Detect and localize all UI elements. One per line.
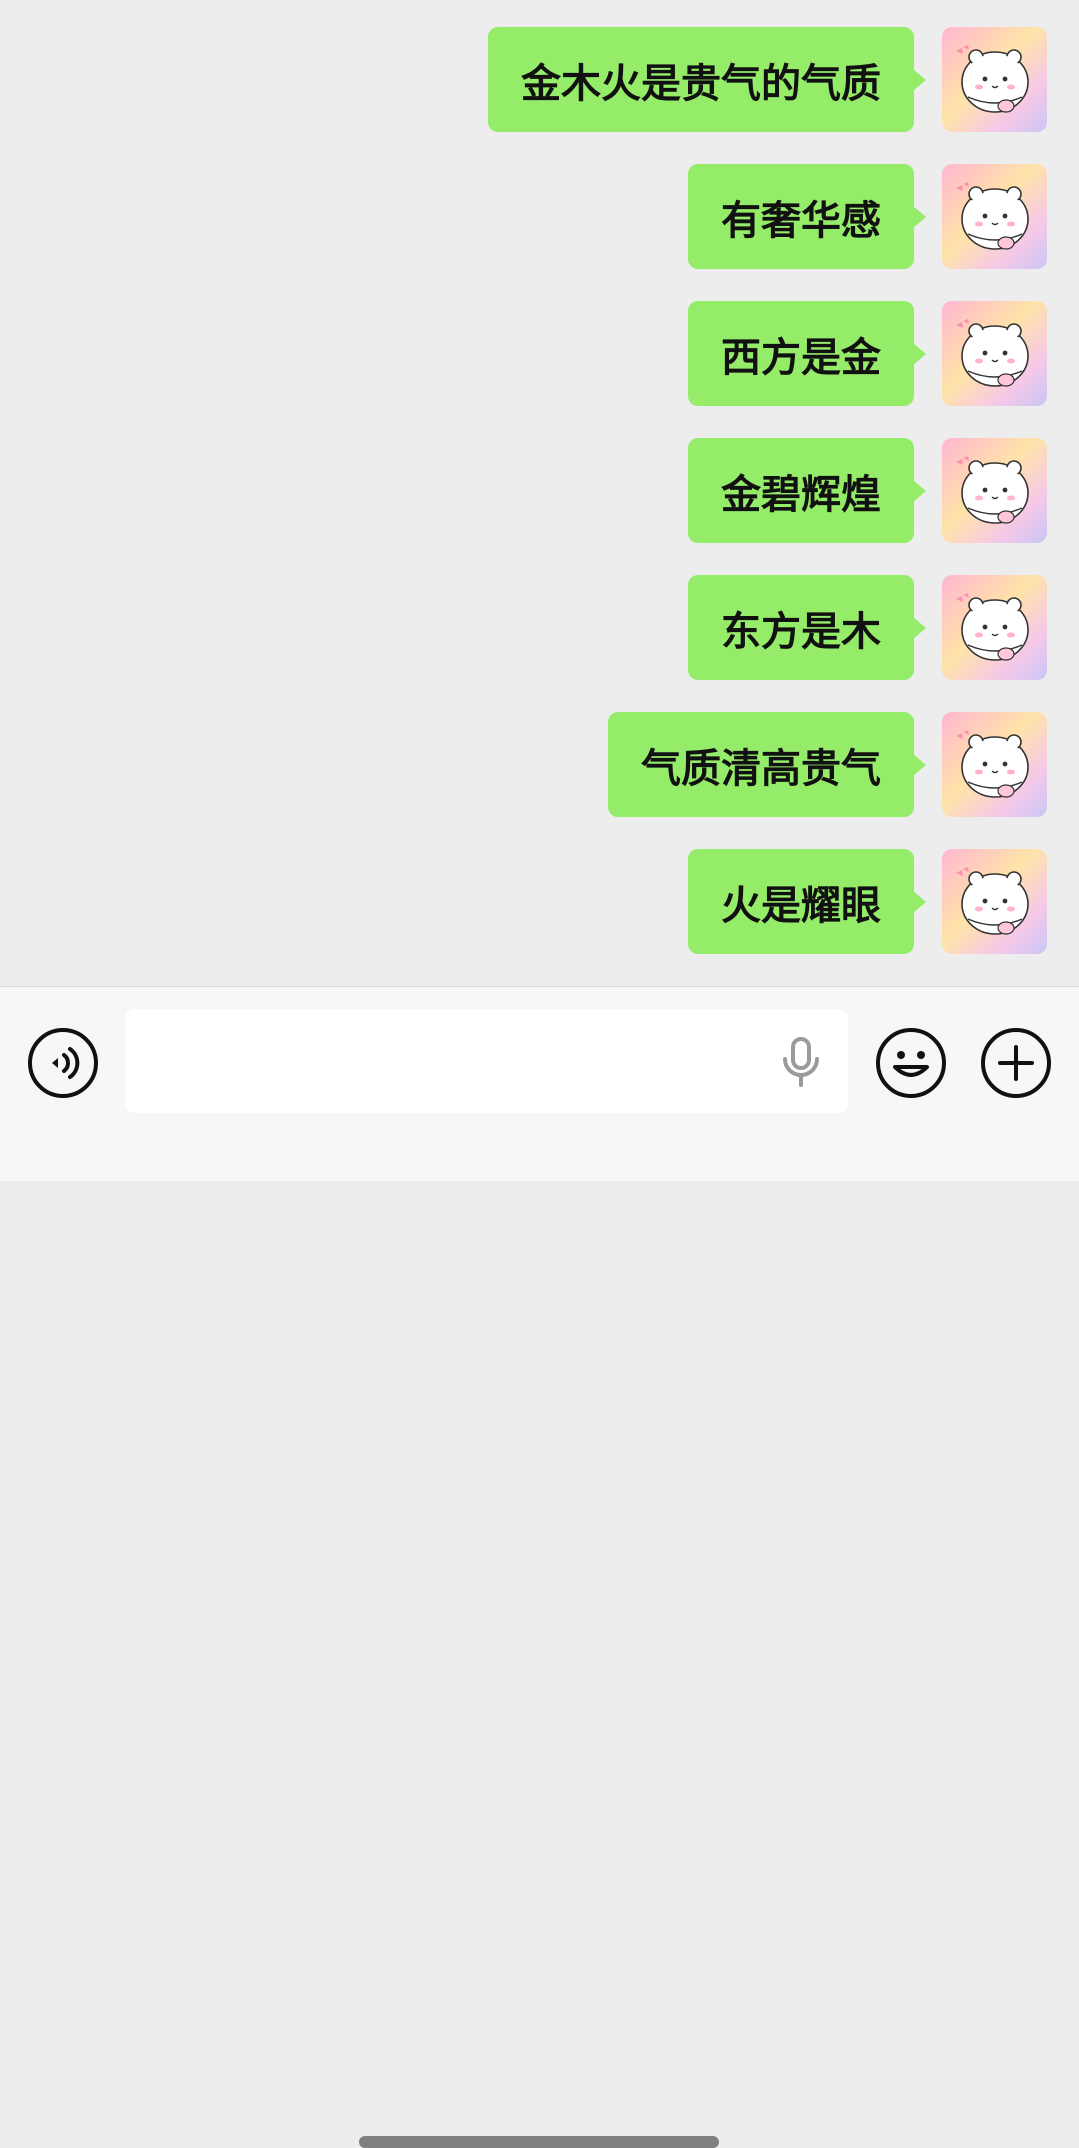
bear-avatar-icon — [942, 301, 1047, 406]
bear-avatar-icon — [942, 27, 1047, 132]
home-indicator[interactable] — [359, 2136, 719, 2148]
message-row: 东方是木 — [688, 575, 1047, 680]
bear-avatar-icon — [942, 575, 1047, 680]
message-row: 有奢华感 — [688, 164, 1047, 269]
plus-icon — [981, 1028, 1051, 1098]
emoji-icon — [876, 1028, 946, 1098]
voice-toggle-icon — [28, 1028, 98, 1098]
user-avatar[interactable] — [942, 164, 1047, 269]
message-row: 气质清高贵气 — [608, 712, 1047, 817]
input-bar — [0, 986, 1079, 2148]
user-avatar[interactable] — [942, 575, 1047, 680]
bear-avatar-icon — [942, 849, 1047, 954]
emoji-button[interactable] — [875, 1027, 947, 1099]
chat-message-list[interactable]: 金木火是贵气的气质 有奢华感 西方是金 金碧辉煌 东方是木 气质清高贵气 火是耀… — [0, 0, 1079, 986]
message-input[interactable] — [125, 1009, 848, 1113]
message-bubble[interactable]: 西方是金 — [688, 301, 926, 406]
user-avatar[interactable] — [942, 27, 1047, 132]
bear-avatar-icon — [942, 164, 1047, 269]
user-avatar[interactable] — [942, 712, 1047, 817]
message-bubble[interactable]: 金木火是贵气的气质 — [488, 27, 926, 132]
message-bubble[interactable]: 金碧辉煌 — [688, 438, 926, 543]
user-avatar[interactable] — [942, 301, 1047, 406]
message-row: 金木火是贵气的气质 — [488, 27, 1047, 132]
more-options-button[interactable] — [980, 1027, 1052, 1099]
message-row: 金碧辉煌 — [688, 438, 1047, 543]
user-avatar[interactable] — [942, 438, 1047, 543]
bear-avatar-icon — [942, 438, 1047, 543]
microphone-icon — [783, 1037, 819, 1087]
message-row: 火是耀眼 — [688, 849, 1047, 954]
message-bubble[interactable]: 气质清高贵气 — [608, 712, 926, 817]
user-avatar[interactable] — [942, 849, 1047, 954]
voice-toggle-button[interactable] — [27, 1027, 99, 1099]
message-row: 西方是金 — [688, 301, 1047, 406]
bear-avatar-icon — [942, 712, 1047, 817]
microphone-button[interactable] — [780, 1037, 822, 1089]
message-bubble[interactable]: 火是耀眼 — [688, 849, 926, 954]
message-bubble[interactable]: 有奢华感 — [688, 164, 926, 269]
message-bubble[interactable]: 东方是木 — [688, 575, 926, 680]
